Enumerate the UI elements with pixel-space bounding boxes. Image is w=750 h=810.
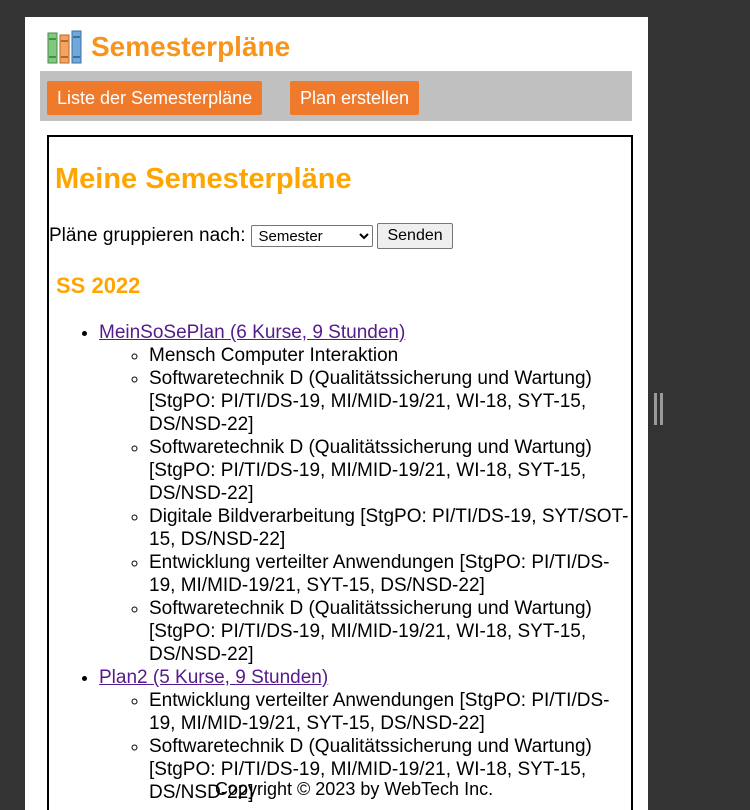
- navbar: Liste der Semesterpläne Plan erstellen: [40, 71, 632, 121]
- site-title: Semesterpläne: [91, 31, 291, 62]
- course-item: Softwaretechnik D (Qualitätssicherung un…: [149, 436, 631, 505]
- books-icon: [47, 30, 82, 64]
- course-list: Mensch Computer Interaktion Softwaretech…: [99, 344, 631, 666]
- semester-heading: SS 2022: [56, 273, 141, 298]
- course-item: Softwaretechnik D (Qualitätssicherung un…: [149, 367, 631, 436]
- course-item: Digitale Bildverarbeitung [StgPO: PI/TI/…: [149, 505, 631, 551]
- course-item: Entwicklung verteilter Anwendungen [StgP…: [149, 551, 631, 597]
- course-item: Mensch Computer Interaktion: [149, 344, 631, 367]
- side-panel: [648, 17, 750, 810]
- main-content: Meine Semesterpläne Pläne gruppieren nac…: [47, 135, 633, 810]
- group-form: Pläne gruppieren nach: Semester Senden: [49, 223, 453, 249]
- plan-list-button[interactable]: Liste der Semesterpläne: [47, 81, 263, 115]
- plan-list: MeinSoSePlan (6 Kurse, 9 Stunden) Mensch…: [49, 321, 631, 804]
- course-item: Softwaretechnik D (Qualitätssicherung un…: [149, 597, 631, 666]
- course-item: Entwicklung verteilter Anwendungen [StgP…: [149, 689, 631, 735]
- resize-handle-icon[interactable]: [654, 393, 663, 425]
- plan-item: MeinSoSePlan (6 Kurse, 9 Stunden) Mensch…: [99, 321, 631, 666]
- plan-link[interactable]: Plan2 (5 Kurse, 9 Stunden): [99, 667, 328, 688]
- page: Semesterpläne Liste der Semesterpläne Pl…: [25, 17, 648, 810]
- submit-button[interactable]: Senden: [377, 223, 453, 249]
- copyright-footer: Copyright © 2023 by WebTech Inc.: [215, 779, 494, 799]
- create-plan-button[interactable]: Plan erstellen: [290, 81, 420, 115]
- plan-link[interactable]: MeinSoSePlan (6 Kurse, 9 Stunden): [99, 322, 405, 343]
- group-select[interactable]: Semester: [251, 225, 374, 247]
- site-header: Semesterpläne: [47, 27, 290, 67]
- group-label: Pläne gruppieren nach:: [49, 225, 246, 246]
- page-heading: Meine Semesterpläne: [55, 163, 352, 195]
